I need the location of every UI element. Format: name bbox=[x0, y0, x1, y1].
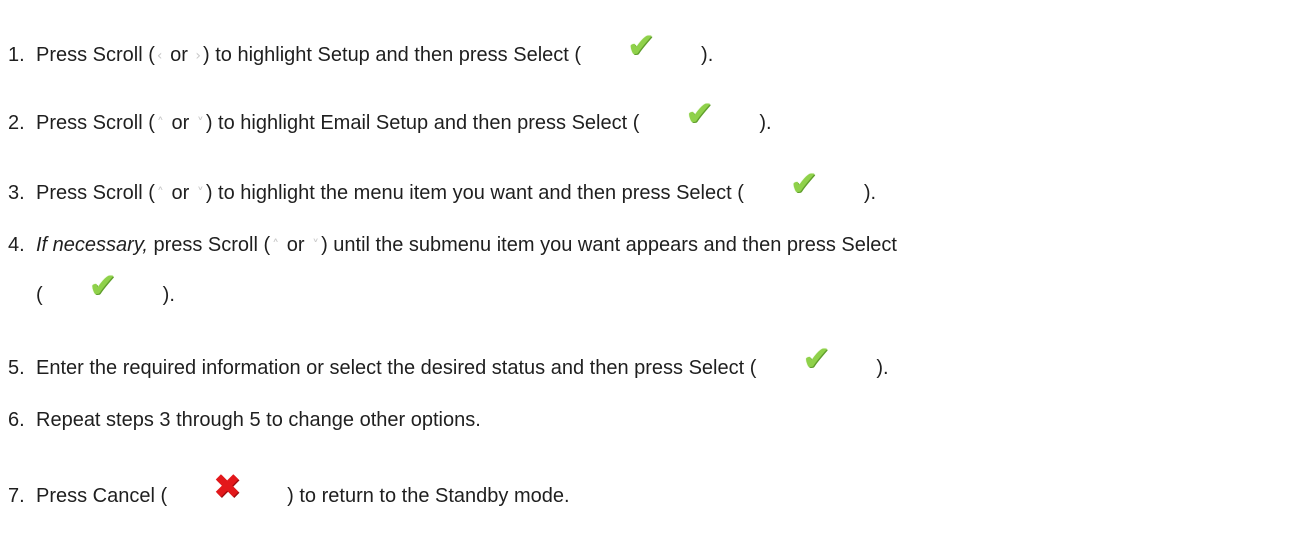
checkmark-icon: ✔ bbox=[685, 94, 714, 134]
step-text: Press Scroll ( bbox=[36, 182, 155, 204]
step-text-end: ). bbox=[876, 357, 889, 379]
step-text: ) to highlight the menu item you want an… bbox=[205, 182, 744, 204]
or-text: or bbox=[165, 182, 195, 204]
or-text: or bbox=[165, 112, 195, 134]
right-arrow-icon: › bbox=[195, 48, 202, 64]
instruction-steps: 1. Press Scroll (‹ or ›) to highlight Set… bbox=[0, 0, 1306, 544]
step-italic-text: If necessary, bbox=[36, 234, 148, 256]
up-arrow-icon: ˄ bbox=[156, 186, 164, 202]
step-text: press Scroll ( bbox=[153, 234, 271, 256]
down-arrow-icon: ˅ bbox=[196, 116, 204, 132]
step-3: 3. Press Scroll (˄ or ˅) to highlight the… bbox=[8, 164, 877, 208]
step-text: Press Scroll ( bbox=[36, 112, 155, 134]
checkmark-icon: ✔ bbox=[88, 266, 117, 306]
step-number: 5. bbox=[8, 357, 25, 379]
step-text-end: ) to return to the Standby mode. bbox=[287, 485, 570, 507]
step-number: 4. bbox=[8, 234, 25, 256]
step-text-end: ). bbox=[162, 284, 175, 306]
step-4-continuation: ( ✔). bbox=[36, 266, 175, 309]
or-text: or bbox=[164, 44, 194, 66]
checkmark-icon: ✔ bbox=[626, 26, 656, 66]
x-icon: ✖ bbox=[212, 467, 242, 507]
checkmark-icon: ✔ bbox=[802, 339, 831, 379]
up-arrow-icon: ˄ bbox=[272, 238, 280, 254]
step-text-open: ( bbox=[36, 284, 43, 306]
step-1: 1. Press Scroll (‹ or ›) to highlight Set… bbox=[8, 26, 714, 70]
down-arrow-icon: ˅ bbox=[312, 238, 320, 254]
step-5: 5. Enter the required information or sele… bbox=[8, 339, 889, 382]
step-text: ) to highlight Email Setup and then pres… bbox=[205, 112, 640, 134]
step-text: Press Scroll ( bbox=[36, 44, 155, 66]
step-number: 3. bbox=[8, 182, 25, 204]
step-text-end: ). bbox=[759, 112, 772, 134]
step-number: 7. bbox=[8, 485, 25, 507]
down-arrow-icon: ˅ bbox=[196, 186, 204, 202]
step-text: ) to highlight Setup and then press Sele… bbox=[203, 44, 582, 66]
step-number: 6. bbox=[8, 409, 25, 431]
step-4: 4. If necessary, press Scroll (˄ or ˅) un… bbox=[8, 231, 897, 260]
step-2: 2. Press Scroll (˄ or ˅) to highlight Ema… bbox=[8, 94, 772, 138]
up-arrow-icon: ˄ bbox=[156, 116, 164, 132]
checkmark-icon: ✔ bbox=[789, 164, 819, 204]
step-number: 2. bbox=[8, 112, 25, 134]
step-text: Enter the required information or select… bbox=[36, 357, 757, 379]
step-text-end: ). bbox=[863, 182, 877, 204]
step-6: 6. Repeat steps 3 through 5 to change oth… bbox=[8, 406, 481, 434]
left-arrow-icon: ‹ bbox=[156, 48, 163, 64]
step-text: Press Cancel ( bbox=[36, 485, 168, 507]
step-7: 7. Press Cancel ( ✖ ) to return to the Stan… bbox=[8, 467, 570, 510]
step-text: ) until the submenu item you want appear… bbox=[321, 234, 897, 256]
step-text-end: ). bbox=[701, 44, 714, 66]
step-number: 1. bbox=[8, 44, 25, 66]
step-text: Repeat steps 3 through 5 to change other… bbox=[36, 409, 481, 431]
or-text: or bbox=[281, 234, 311, 256]
